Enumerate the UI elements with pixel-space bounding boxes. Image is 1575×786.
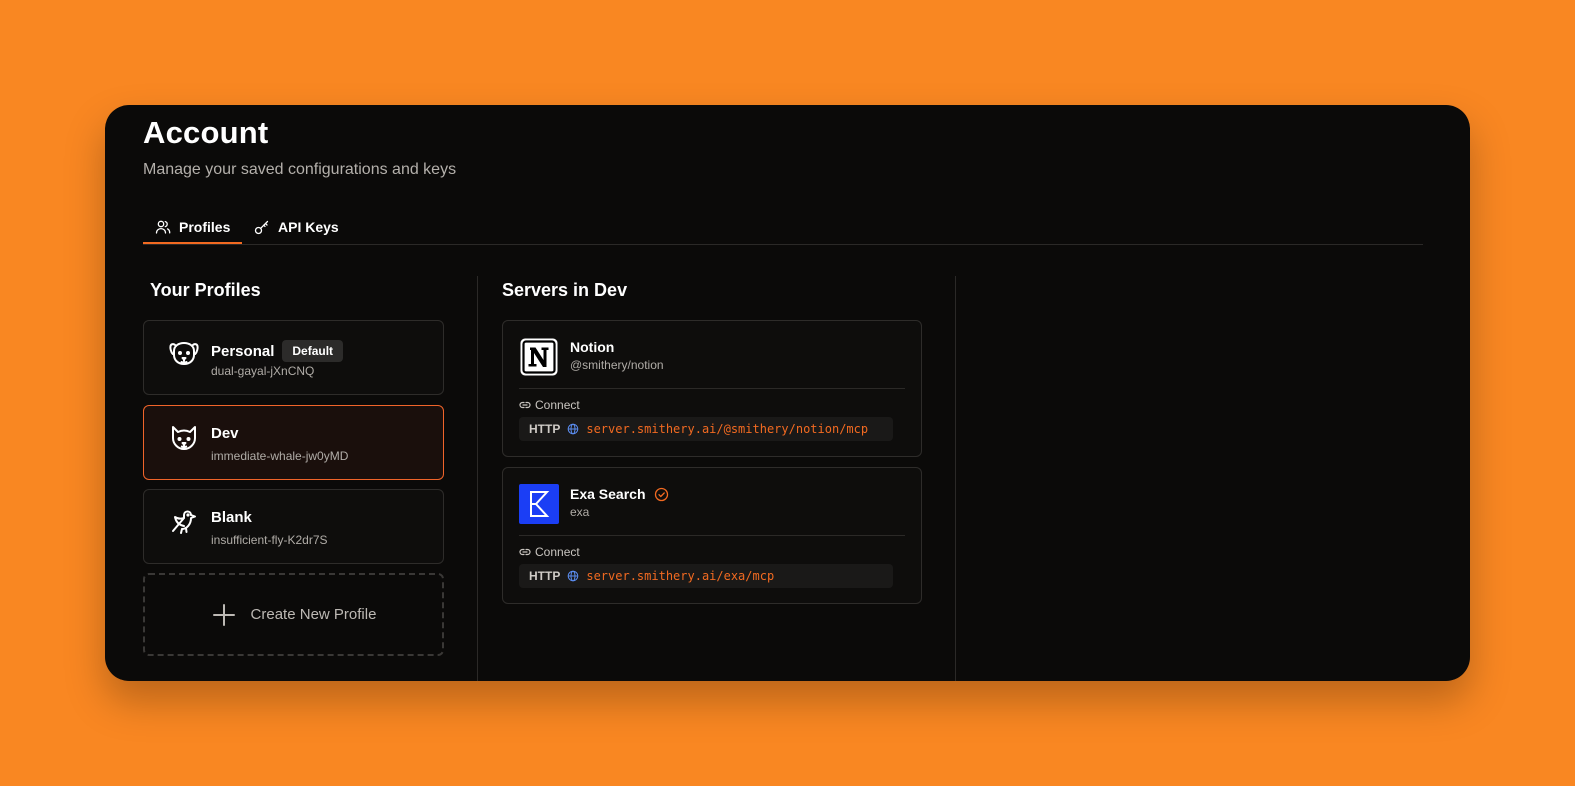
link-icon: [519, 548, 531, 556]
server-url: server.smithery.ai/exa/mcp: [586, 569, 775, 583]
divider: [519, 535, 905, 536]
users-icon: [155, 220, 171, 234]
link-icon: [519, 401, 531, 409]
dog-face-icon: [169, 342, 199, 365]
globe-icon: [568, 570, 579, 582]
connect-label: Connect: [519, 545, 580, 559]
profile-name-text: Blank: [211, 509, 252, 526]
profile-name: Dev: [211, 425, 239, 442]
cat-face-icon: [172, 426, 196, 450]
server-card-notion[interactable]: Notion @smithery/notion Connect HTTP ser…: [502, 320, 922, 457]
column-divider: [955, 276, 956, 681]
profile-card-blank[interactable]: Blank insufficient-fly-K2dr7S: [143, 489, 444, 564]
create-profile-label: Create New Profile: [250, 606, 377, 623]
profile-id: insufficient-fly-K2dr7S: [211, 533, 328, 547]
tab-profiles[interactable]: Profiles: [143, 211, 242, 244]
connect-label-text: Connect: [535, 398, 580, 412]
default-badge: Default: [282, 340, 344, 362]
server-url-field[interactable]: HTTP server.smithery.ai/@smithery/notion…: [519, 417, 893, 441]
key-icon: [254, 220, 269, 235]
tab-api-keys[interactable]: API Keys: [254, 211, 339, 243]
protocol-label: HTTP: [529, 422, 561, 436]
create-profile-button[interactable]: Create New Profile: [143, 573, 444, 656]
tab-bar: Profiles API Keys: [143, 211, 1423, 245]
notion-logo-icon: [520, 338, 558, 376]
page-subtitle: Manage your saved configurations and key…: [143, 161, 457, 178]
server-name: Notion: [570, 339, 614, 355]
servers-section-title: Servers in Dev: [502, 280, 628, 300]
profiles-section-title: Your Profiles: [150, 280, 261, 300]
divider: [519, 388, 905, 389]
column-divider: [477, 276, 478, 681]
server-handle: @smithery/notion: [570, 358, 664, 372]
tab-profiles-label: Profiles: [179, 218, 231, 235]
plus-icon: [212, 603, 235, 626]
verified-check-icon: [654, 487, 668, 501]
server-name-text: Exa Search: [570, 486, 646, 502]
profile-card-personal[interactable]: Personal Default dual-gayal-jXnCNQ: [143, 320, 444, 395]
profile-name-text: Dev: [211, 425, 239, 442]
server-card-exa[interactable]: Exa Search exa Connect HTTP server.smith…: [502, 467, 922, 604]
page-title: Account: [143, 115, 269, 150]
account-card: Account Manage your saved configurations…: [105, 105, 1470, 681]
exa-logo-icon: [519, 484, 559, 524]
connect-label-text: Connect: [535, 545, 580, 559]
profile-id: immediate-whale-jw0yMD: [211, 449, 349, 463]
profile-card-dev[interactable]: Dev immediate-whale-jw0yMD: [143, 405, 444, 480]
server-handle: exa: [570, 505, 590, 519]
connect-label: Connect: [519, 398, 580, 412]
profile-id: dual-gayal-jXnCNQ: [211, 364, 315, 378]
server-url-field[interactable]: HTTP server.smithery.ai/exa/mcp: [519, 564, 893, 588]
server-name-text: Notion: [570, 339, 615, 355]
globe-icon: [568, 423, 579, 435]
bird-icon: [172, 510, 196, 534]
tab-api-keys-label: API Keys: [278, 219, 339, 235]
profile-name: Personal Default: [211, 340, 344, 362]
profile-name: Blank: [211, 509, 252, 526]
server-name: Exa Search: [570, 486, 669, 502]
server-url: server.smithery.ai/@smithery/notion/mcp: [586, 422, 869, 436]
protocol-label: HTTP: [529, 569, 561, 583]
profile-name-text: Personal: [211, 342, 275, 360]
